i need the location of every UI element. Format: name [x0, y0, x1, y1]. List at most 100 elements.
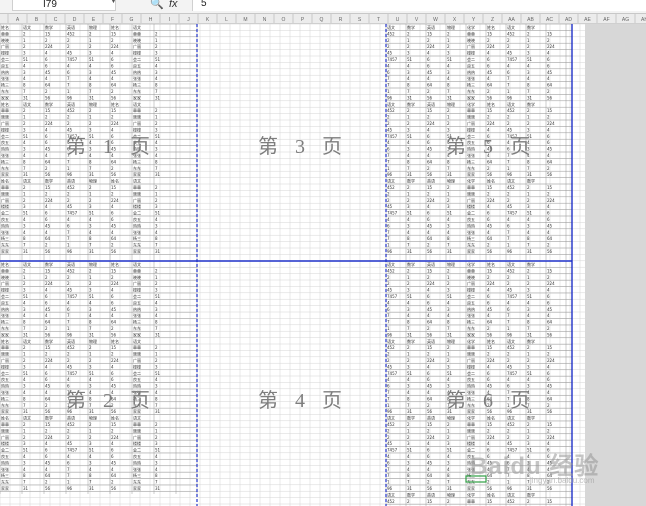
- cell-text: 晓晓: [1, 351, 9, 357]
- cell-text: 56: [427, 172, 433, 177]
- cell-text: 4: [447, 467, 450, 472]
- column-header[interactable]: A B C D E F G H I J K L M N O P Q R S T U V W X Y Z AA AB AC AD AE AF AG…: [0, 14, 646, 24]
- cell-text: 2: [447, 358, 450, 363]
- cell-text: 良五: [1, 453, 9, 459]
- cell-text: 7: [67, 473, 70, 478]
- cell-text: 224: [45, 281, 53, 286]
- cell-text: 2: [23, 281, 26, 286]
- cell-text: 3: [155, 441, 158, 446]
- cell-text: 3: [89, 364, 92, 369]
- cell-text: 2: [407, 345, 410, 350]
- cell-text: 7: [89, 166, 92, 171]
- cell-text: 3: [407, 127, 410, 132]
- cell-text: 良五: [1, 216, 9, 222]
- cell-text: 热热: [467, 222, 475, 228]
- cell-text: 7457: [507, 211, 518, 216]
- cell-text: 15: [45, 345, 51, 350]
- cell-text: 56: [427, 249, 433, 254]
- cell-text: 6: [487, 211, 490, 216]
- cell-text: 2: [447, 198, 450, 203]
- cell-text: 6: [427, 211, 430, 216]
- cell-text: 8: [527, 236, 530, 241]
- cell-text: 6: [427, 140, 430, 145]
- cell-text: 2: [487, 428, 490, 433]
- cell-text: 家家: [467, 485, 475, 491]
- cell-text: 56: [427, 95, 433, 100]
- fx-icon[interactable]: fx: [169, 0, 178, 11]
- column-letter: K: [206, 17, 210, 23]
- cell-text: 8: [89, 83, 92, 88]
- cell-text: 224: [547, 44, 555, 49]
- cell-text: 1: [67, 166, 70, 171]
- name-box[interactable]: I79: [12, 0, 116, 11]
- cell-text: 2: [427, 326, 430, 331]
- cell-text: 2: [527, 422, 530, 427]
- cell-text: 452: [67, 422, 75, 427]
- cell-text: 物理: [447, 178, 455, 184]
- cell-text: 东东: [1, 165, 9, 171]
- cell-text: 家家: [467, 248, 475, 254]
- column-letter: O: [282, 17, 286, 23]
- formula-bar: I79 ▼ 🔍 fx 5: [0, 0, 646, 14]
- cell-text: 6: [427, 454, 430, 459]
- cell-text: 2: [407, 185, 410, 190]
- cell-text: 7: [67, 320, 70, 325]
- cell-text: 3: [155, 204, 158, 209]
- cell-text: 56: [111, 249, 117, 254]
- chevron-down-icon[interactable]: ▼: [110, 0, 117, 5]
- cell-text: 2: [407, 121, 410, 126]
- cell-text: 英语: [427, 415, 435, 421]
- cell-text: 物理: [89, 415, 97, 421]
- cell-text: 6: [487, 294, 490, 299]
- column-header-cells[interactable]: A B C D E F G H I J K L M N O P Q R S T U V W X Y Z AA AB AC AD AE AF AG…: [0, 14, 646, 23]
- cell-text: 3: [23, 441, 26, 446]
- cell-text: 45: [507, 364, 513, 369]
- cell-text: 31: [407, 332, 413, 337]
- column-letter: E: [92, 17, 96, 23]
- cell-text: 物理: [447, 338, 455, 344]
- cell-text: 452: [387, 31, 395, 36]
- formula-input[interactable]: 5: [192, 0, 646, 11]
- cell-text: 张张: [467, 312, 475, 318]
- cell-text: 1: [155, 428, 158, 433]
- cell-text: 热热: [1, 383, 9, 389]
- sheet-canvas[interactable]: 姓名 语文 数学 英语 物理 姓名 语文章章 2 15 452 2 15 章章 2晓晓 1 2 2 1 2 晓晓 1广丽…: [0, 24, 585, 506]
- cell-text: 51: [155, 211, 161, 216]
- cell-text: 7: [447, 89, 450, 94]
- cell-text: 2: [427, 191, 430, 196]
- cell-text: 64: [111, 473, 117, 478]
- column-letter: I: [169, 17, 170, 23]
- cell-text: 51: [407, 57, 413, 62]
- cell-text: 7: [447, 166, 450, 171]
- cell-text: 2: [427, 38, 430, 43]
- cell-text: 224: [45, 44, 53, 49]
- cell-text: 2: [387, 275, 390, 280]
- cell-text: 1: [387, 166, 390, 171]
- cell-text: 2: [111, 352, 114, 357]
- cell-text: 晓晓: [133, 190, 141, 196]
- cell-text: 3: [407, 51, 410, 56]
- cell-text: 96: [67, 249, 73, 254]
- cell-text: 2: [155, 435, 158, 440]
- cell-text: 64: [45, 320, 51, 325]
- cell-text: 2: [507, 44, 510, 49]
- cell-text: 英语: [67, 261, 75, 267]
- cell-text: 4: [89, 217, 92, 222]
- magnifier-icon[interactable]: 🔍: [150, 0, 166, 11]
- cell-text: 2: [387, 121, 390, 126]
- cell-text: 452: [387, 499, 395, 504]
- cell-text: 2: [487, 166, 490, 171]
- spreadsheet-grid[interactable]: 姓名 语文 数学 英语 物理 姓名 语文 章章 2 15 452 2 15 章章 2 晓晓 1 2 2 1 2 晓晓 1 广丽…: [0, 24, 585, 506]
- cell-text: 4: [487, 288, 490, 293]
- cell-text: 良五: [1, 376, 9, 382]
- cell-text: 6: [45, 377, 48, 382]
- cell-text: 15: [111, 108, 117, 113]
- cell-text: 广丽: [467, 43, 475, 49]
- cell-text: 家家: [133, 171, 141, 177]
- cell-text: 2: [23, 108, 26, 113]
- cell-text: 56: [427, 486, 433, 491]
- cell-text: 8: [155, 320, 158, 325]
- cell-text: 1: [527, 38, 530, 43]
- cell-text: 3: [23, 204, 26, 209]
- cell-text: 4: [407, 467, 410, 472]
